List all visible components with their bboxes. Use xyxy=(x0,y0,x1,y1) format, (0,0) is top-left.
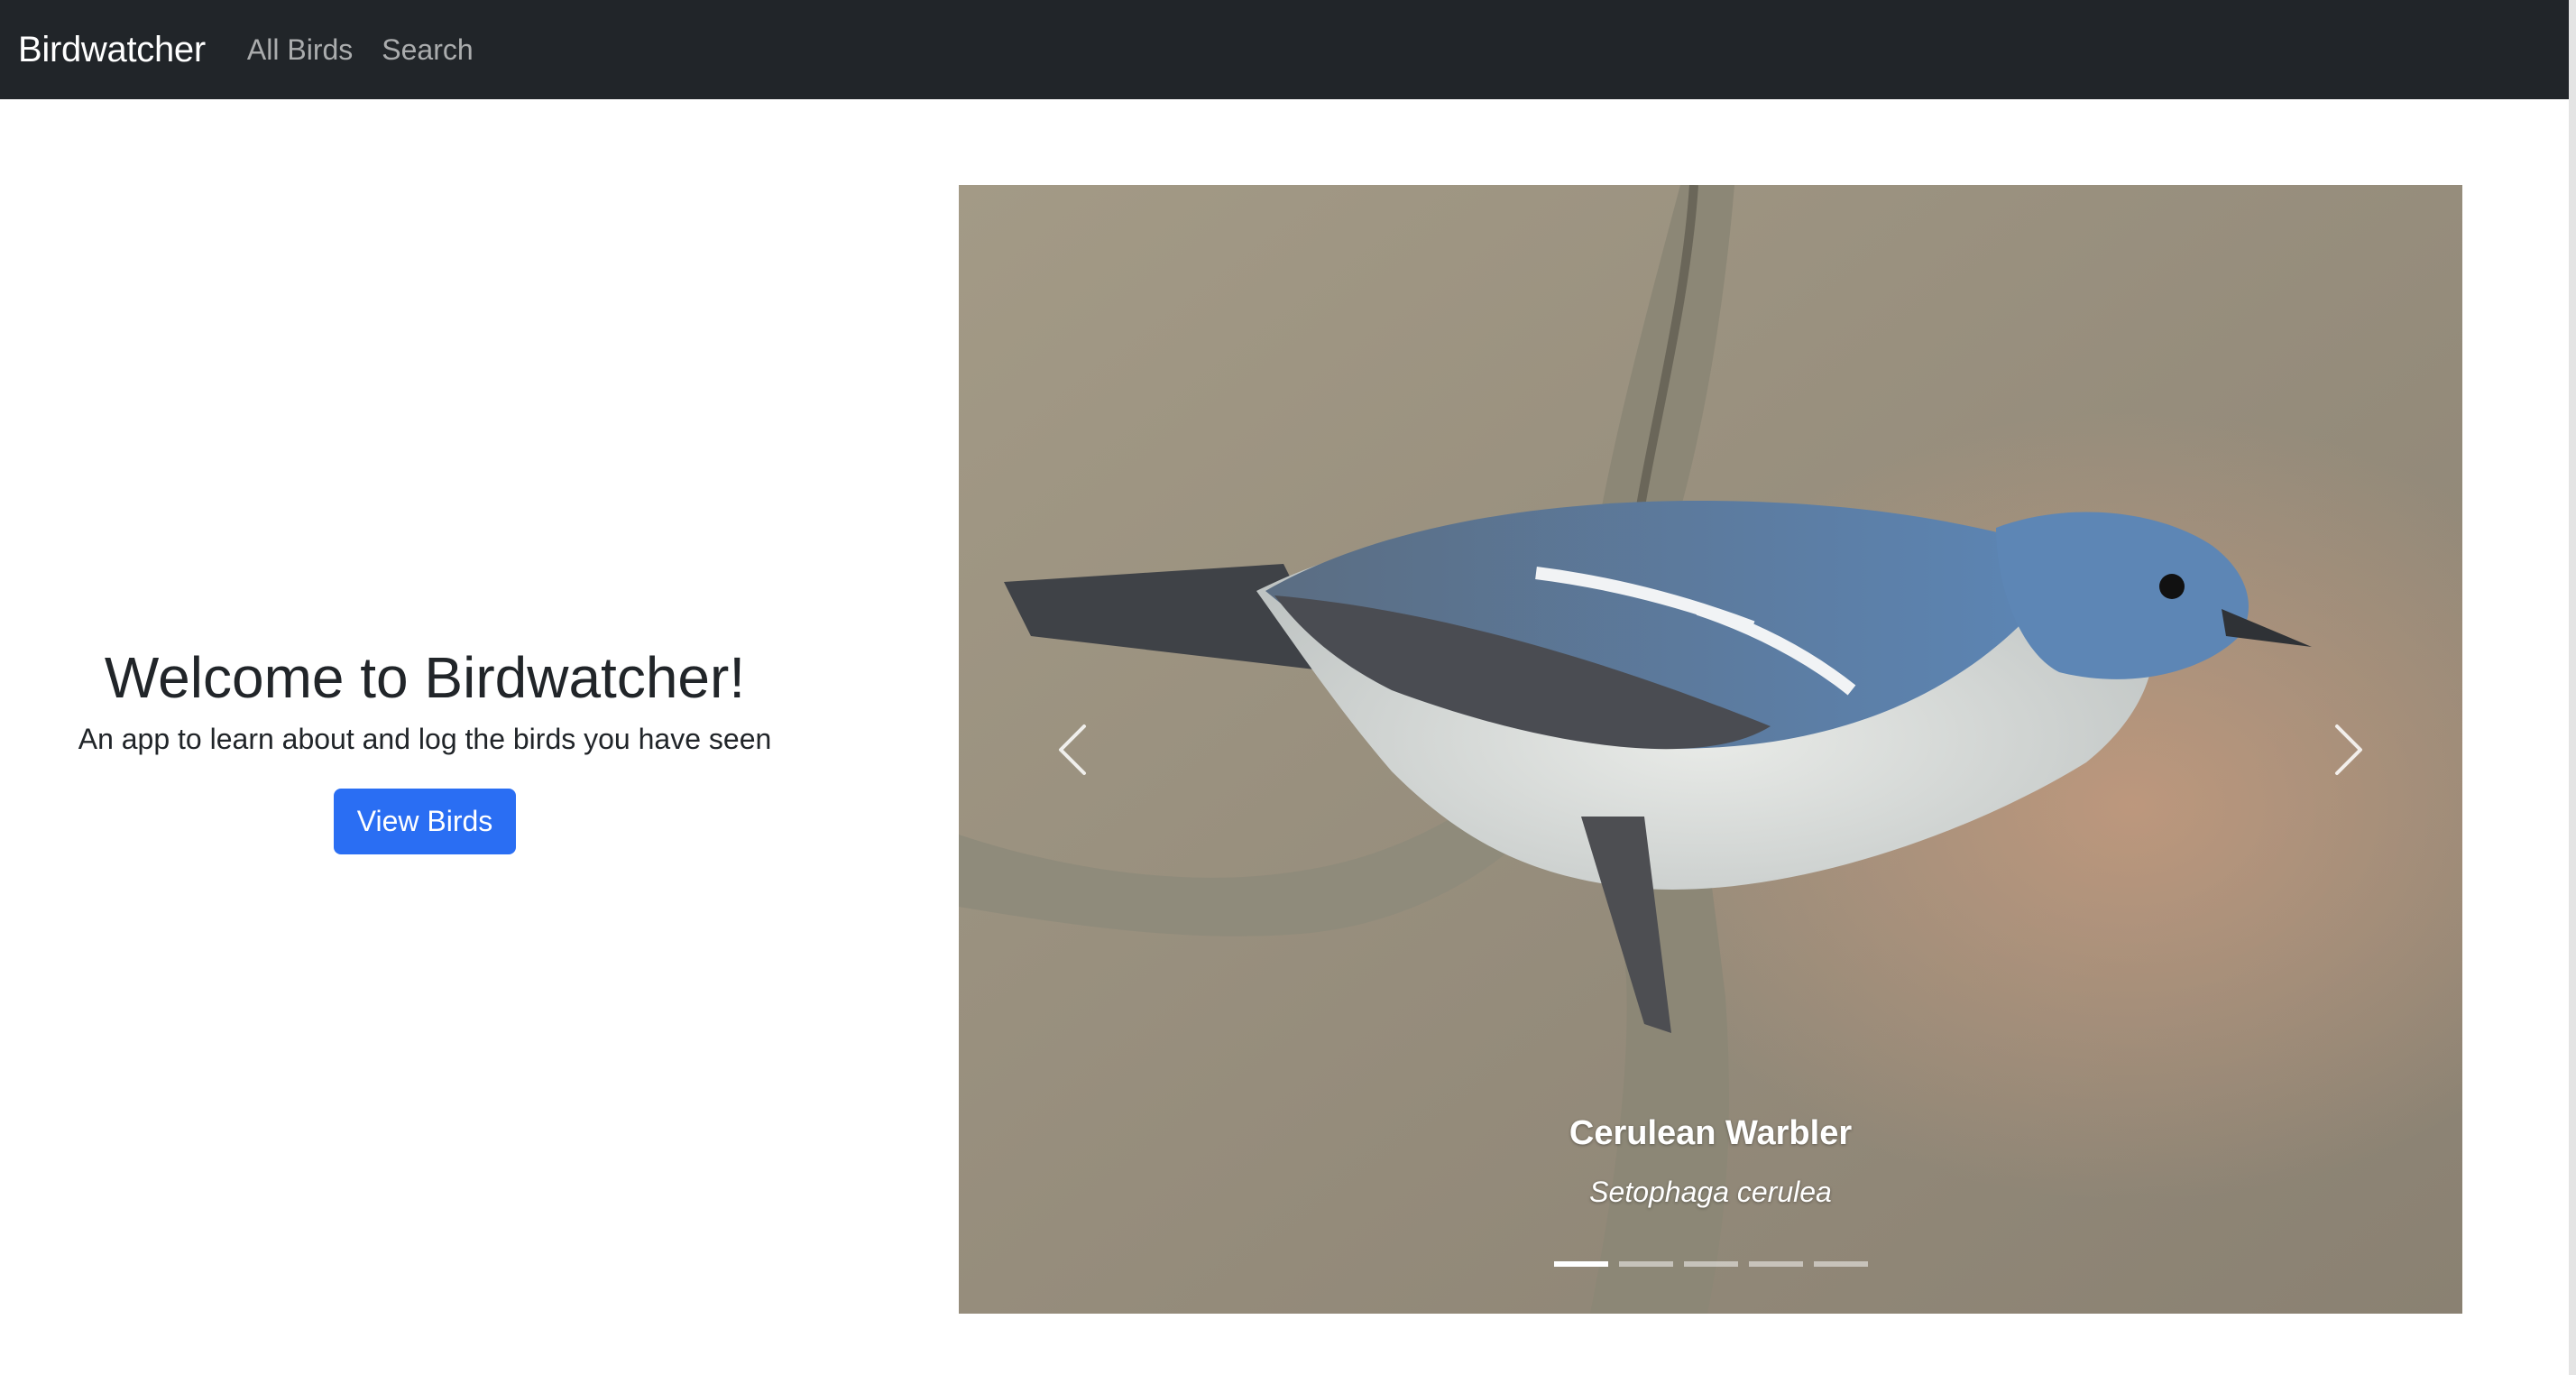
brand-link[interactable]: Birdwatcher xyxy=(18,30,206,70)
carousel-indicator-3[interactable] xyxy=(1683,1261,1738,1267)
chevron-right-icon xyxy=(2335,724,2362,775)
bird-carousel: Cerulean Warbler Setophaga cerulea xyxy=(959,185,2462,1314)
carousel-indicator-4[interactable] xyxy=(1748,1261,1803,1267)
window-edge xyxy=(2569,0,2576,1375)
view-birds-button[interactable]: View Birds xyxy=(333,789,517,855)
carousel-indicators xyxy=(959,1261,2462,1267)
nav-link-all-birds[interactable]: All Birds xyxy=(247,33,353,67)
chevron-left-icon xyxy=(1059,724,1086,775)
hero-subtitle: An app to learn about and log the birds … xyxy=(78,723,772,756)
slide-caption-scientific-name: Setophaga cerulea xyxy=(1589,1176,1832,1208)
hero-title: Welcome to Birdwatcher! xyxy=(104,644,746,710)
nav-link-search[interactable]: Search xyxy=(382,33,473,67)
carousel-indicator-1[interactable] xyxy=(1553,1261,1608,1267)
carousel-indicator-5[interactable] xyxy=(1813,1261,1868,1267)
carousel-indicator-2[interactable] xyxy=(1618,1261,1673,1267)
bird-eye xyxy=(2159,574,2185,599)
slide-caption-title: Cerulean Warbler xyxy=(1569,1114,1853,1152)
top-navbar: Birdwatcher All Birds Search xyxy=(0,0,2569,99)
hero-section: Welcome to Birdwatcher! An app to learn … xyxy=(0,185,850,1313)
